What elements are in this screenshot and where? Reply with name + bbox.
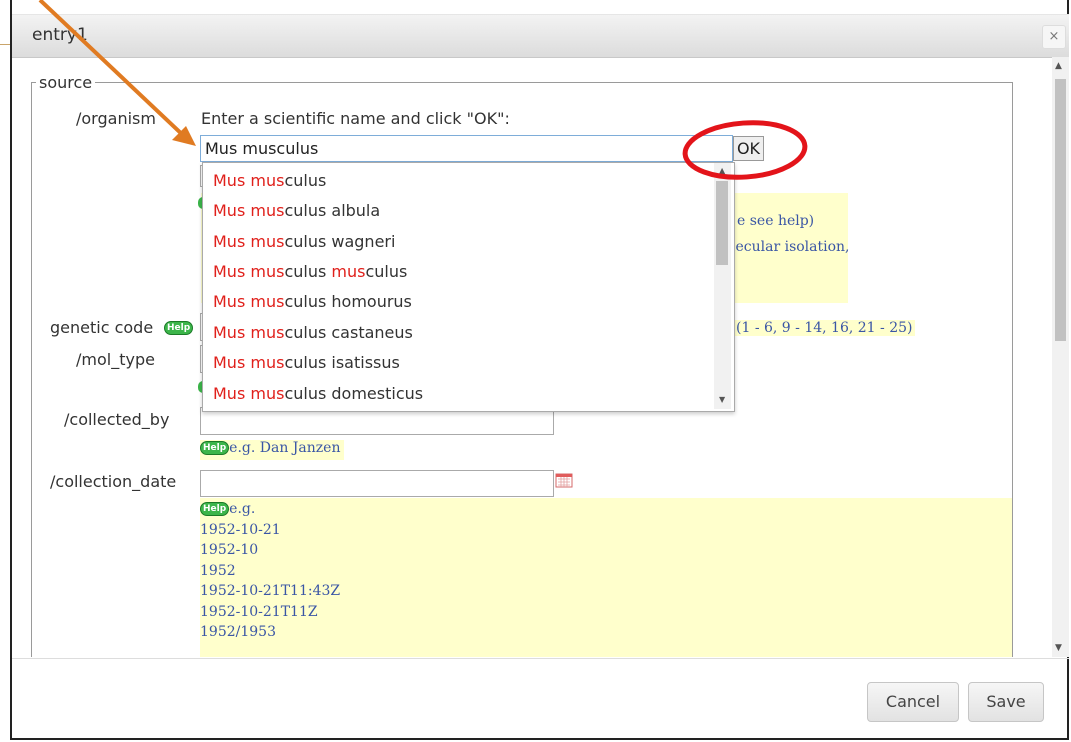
scrollbar-thumb[interactable] xyxy=(1055,79,1066,341)
collected-by-hint: e.g. Dan Janzen xyxy=(229,440,341,456)
autocomplete-item[interactable]: Mus musculus musculus xyxy=(213,262,407,281)
organism-autocomplete-list: Mus musculus Mus musculus albula Mus mus… xyxy=(202,162,735,412)
source-legend: source xyxy=(36,73,96,92)
organism-input[interactable] xyxy=(200,135,733,162)
cancel-button[interactable]: Cancel xyxy=(867,682,959,722)
scroll-up-icon[interactable]: ▲ xyxy=(1055,61,1062,71)
calendar-icon[interactable] xyxy=(555,472,573,488)
collected-by-label: /collected_by xyxy=(64,410,170,429)
autocomplete-scrollbar[interactable]: ▲ ▼ xyxy=(714,163,731,409)
autocomplete-item[interactable]: Mus musculus wagneri xyxy=(213,232,395,251)
autocomplete-scroll-down-icon[interactable]: ▼ xyxy=(719,395,725,404)
genetic-code-help-icon[interactable]: Help xyxy=(164,321,194,335)
autocomplete-item[interactable]: Mus musculus albula xyxy=(213,201,380,220)
collection-date-input[interactable] xyxy=(200,470,554,497)
date-example: 1952-10-21 xyxy=(200,521,281,538)
autocomplete-item[interactable]: Mus musculus homourus xyxy=(213,292,412,311)
date-example: 1952-10-21T11:43Z xyxy=(200,583,341,599)
autocomplete-item[interactable]: Mus musculus domesticus xyxy=(213,384,423,403)
collection-date-label: /collection_date xyxy=(50,472,177,491)
collection-date-hint-box: Help e.g. 1952-10-21 1952-10 1952 1952-10… xyxy=(200,498,1012,657)
autocomplete-scroll-up-icon[interactable]: ▲ xyxy=(719,166,725,175)
autocomplete-item[interactable]: Mus musculus isatissus xyxy=(213,353,400,372)
mol-type-label: /mol_type xyxy=(76,350,155,369)
organism-hint-fragment-1: e see help) xyxy=(737,213,815,229)
collection-date-help-icon[interactable]: Help xyxy=(200,502,230,516)
genetic-code-label: genetic code xyxy=(50,318,154,337)
organism-label: /organism xyxy=(76,109,156,128)
organism-hint-fragment-2: lecular isolation, xyxy=(731,239,850,255)
autocomplete-item[interactable]: Mus musculus xyxy=(213,171,326,190)
close-button[interactable]: × xyxy=(1042,25,1066,49)
collected-by-help-icon[interactable]: Help xyxy=(200,441,230,455)
collection-date-hint-head: e.g. xyxy=(229,501,256,517)
date-example: 1952-10 xyxy=(200,542,259,558)
dialog-scrollbar[interactable]: ▲ ▼ xyxy=(1052,57,1069,657)
scroll-down-icon[interactable]: ▼ xyxy=(1055,643,1062,653)
autocomplete-item[interactable]: Mus musculus castaneus xyxy=(213,323,413,342)
date-example: 1952-10-21T11Z xyxy=(200,603,318,620)
organism-instruction: Enter a scientific name and click "OK": xyxy=(201,109,510,128)
ok-button[interactable]: OK xyxy=(733,136,764,161)
dialog-title: entry1 xyxy=(32,25,88,45)
footer-divider xyxy=(12,658,1069,659)
autocomplete-scrollbar-thumb[interactable] xyxy=(716,181,728,265)
dialog-titlebar: entry1 × xyxy=(12,14,1069,58)
genetic-code-hint: (1 - 6, 9 - 14, 16, 21 - 25) xyxy=(734,320,915,336)
close-icon: × xyxy=(1048,29,1060,44)
date-example: 1952/1953 xyxy=(200,624,276,640)
date-example: 1952 xyxy=(200,562,236,579)
collected-by-hint-box: Help e.g. Dan Janzen xyxy=(200,440,345,460)
save-button[interactable]: Save xyxy=(968,682,1044,722)
